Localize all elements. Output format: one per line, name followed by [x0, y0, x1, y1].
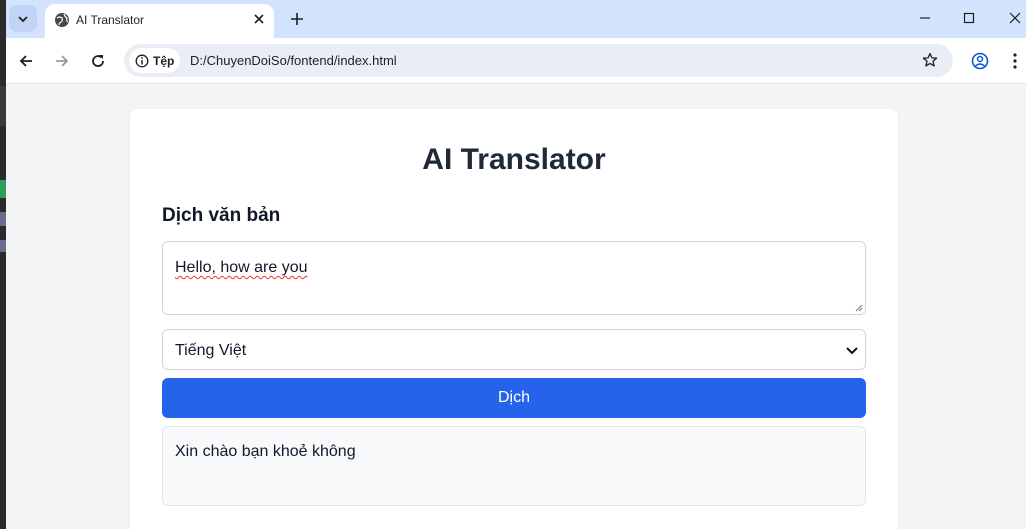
browser-toolbar: Tệp D:/ChuyenDoiSo/fontend/index.html [6, 38, 1026, 84]
window-close-icon [1009, 12, 1021, 24]
tab-strip: AI Translator [6, 0, 1026, 38]
url-text: D:/ChuyenDoiSo/fontend/index.html [190, 53, 397, 68]
tab-search-icon [18, 15, 28, 22]
back-arrow-icon [19, 55, 32, 67]
section-title: Dịch văn bản [162, 205, 281, 226]
address-bar[interactable]: Tệp D:/ChuyenDoiSo/fontend/index.html [124, 44, 953, 77]
profile-button[interactable] [969, 50, 991, 72]
more-vert-icon [1013, 53, 1017, 69]
profile-icon [971, 52, 989, 70]
result-text: Xin chào bạn khoẻ không [175, 443, 356, 460]
globe-icon [55, 13, 69, 27]
target-language-select[interactable]: Tiếng Việt [162, 329, 866, 370]
page-title: AI Translator [422, 143, 606, 176]
minimize-icon [920, 17, 930, 19]
forward-button[interactable] [51, 50, 73, 72]
plus-icon [291, 13, 303, 25]
close-tab-button[interactable] [251, 11, 267, 27]
maximize-icon [963, 12, 975, 24]
reload-icon [92, 55, 104, 67]
browser-tab[interactable]: AI Translator [45, 4, 274, 38]
info-icon [135, 54, 149, 67]
new-tab-button[interactable] [286, 8, 308, 30]
source-text-value: Hello, how are you [175, 259, 308, 276]
close-icon [254, 14, 264, 24]
site-chip-label: Tệp [153, 53, 175, 68]
translate-button[interactable]: Dịch [162, 378, 866, 418]
window-close-button[interactable] [1003, 6, 1026, 30]
selected-language: Tiếng Việt [175, 342, 247, 359]
tab-title: AI Translator [76, 13, 145, 27]
reload-button[interactable] [87, 50, 109, 72]
resize-grip-icon[interactable] [855, 304, 863, 312]
maximize-button[interactable] [957, 6, 981, 30]
bookmark-button[interactable] [919, 49, 941, 71]
forward-arrow-icon [56, 55, 69, 67]
more-menu-button[interactable] [1005, 50, 1025, 72]
site-info-chip[interactable]: Tệp [129, 48, 180, 73]
star-icon [922, 52, 938, 67]
source-text-input[interactable]: Hello, how are you [162, 241, 866, 315]
minimize-button[interactable] [913, 6, 937, 30]
translation-result: Xin chào bạn khoẻ không [162, 426, 866, 506]
chevron-down-icon [846, 347, 858, 355]
back-button[interactable] [15, 50, 37, 72]
translator-card: AI Translator Dịch văn bản Hello, how ar… [130, 109, 898, 529]
tab-search-button[interactable] [9, 5, 37, 32]
